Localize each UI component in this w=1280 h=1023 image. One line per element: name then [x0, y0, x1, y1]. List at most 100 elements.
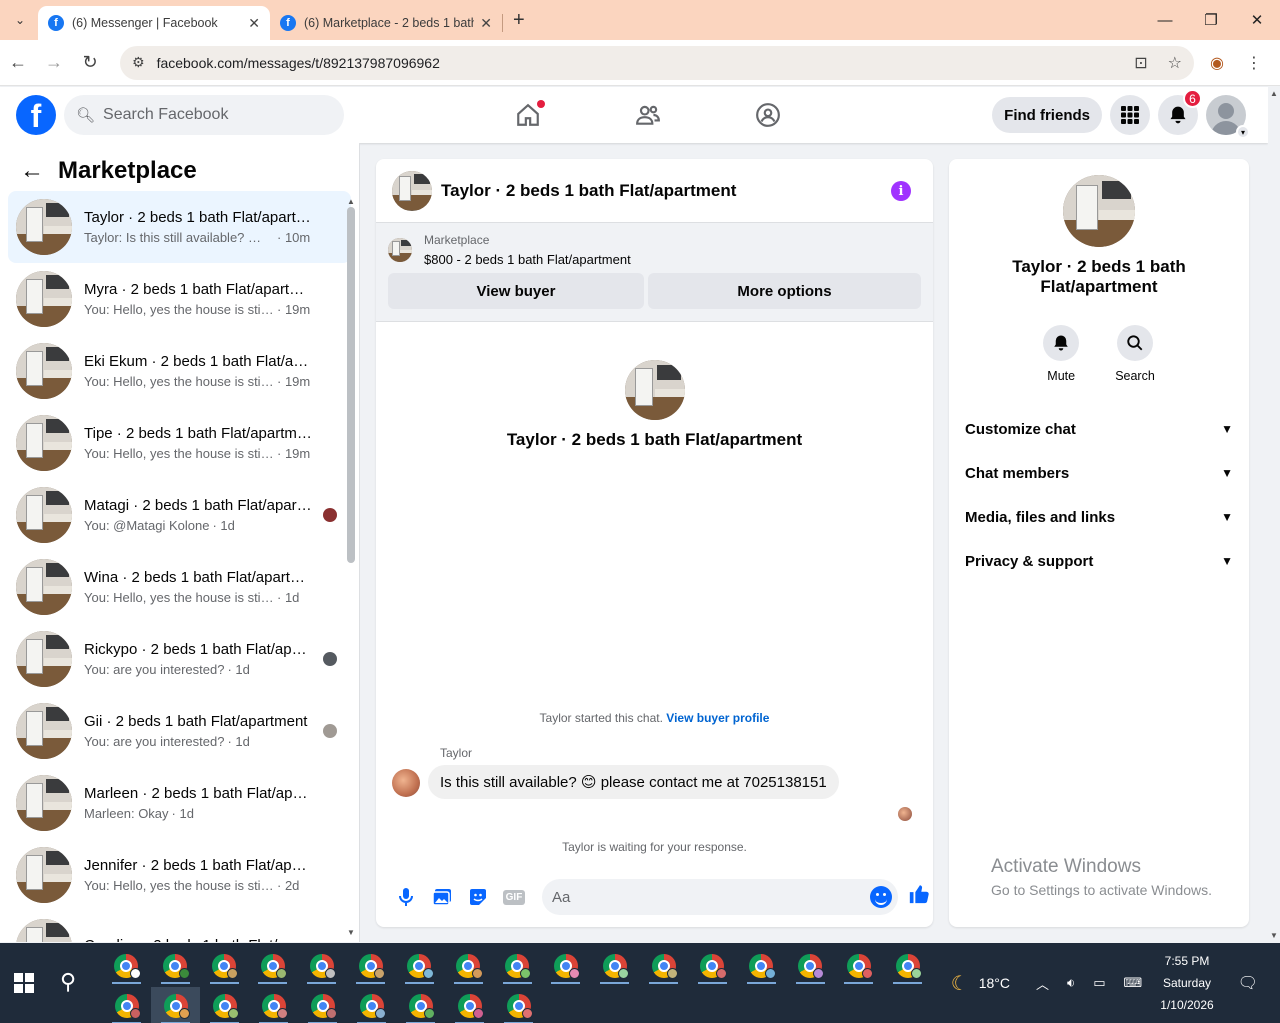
- forward-arrow-icon[interactable]: →: [36, 52, 72, 73]
- taskbar-chrome-app[interactable]: [346, 947, 395, 985]
- taskbar-chrome-app[interactable]: [445, 987, 494, 1023]
- scroll-down-arrow-icon[interactable]: ▼: [347, 928, 355, 937]
- bookmark-star-icon[interactable]: ☆: [1168, 53, 1182, 73]
- keyboard-icon[interactable]: ⌨: [1124, 975, 1143, 991]
- browser-tab-marketplace[interactable]: f (6) Marketplace - 2 beds 1 bath ✕: [270, 6, 502, 40]
- conversation-item[interactable]: Wina · 2 beds 1 bath Flat/apartment You: …: [8, 551, 351, 623]
- scroll-up-arrow-icon[interactable]: ▲: [1270, 89, 1278, 98]
- taskbar-chrome-app[interactable]: [102, 987, 151, 1023]
- taskbar-chrome-app[interactable]: [298, 987, 347, 1023]
- minimize-icon[interactable]: —: [1142, 0, 1188, 40]
- network-icon[interactable]: ▭: [1093, 975, 1105, 991]
- more-options-button[interactable]: More options: [648, 273, 921, 309]
- windows-start-icon[interactable]: [14, 973, 34, 993]
- nav-friends[interactable]: [588, 87, 708, 143]
- info-section[interactable]: Customize chat ▼: [957, 407, 1241, 451]
- address-bar[interactable]: ⚙ facebook.com/messages/t/89213798709696…: [120, 45, 1194, 80]
- facebook-logo-icon[interactable]: f: [16, 95, 56, 135]
- find-friends-button[interactable]: Find friends: [992, 97, 1102, 133]
- conversation-item[interactable]: Myra · 2 beds 1 bath Flat/apartment You: …: [8, 263, 351, 335]
- info-section[interactable]: Chat members ▼: [957, 451, 1241, 495]
- clock[interactable]: 7:55 PM Saturday 1/10/2026: [1160, 950, 1213, 1016]
- taskbar-chrome-app[interactable]: [493, 947, 542, 985]
- sidebar-scrollbar[interactable]: ▲ ▼: [347, 197, 355, 937]
- volume-icon[interactable]: 🔉︎: [1067, 975, 1075, 991]
- taskbar-chrome-app[interactable]: [249, 987, 298, 1023]
- taskbar-chrome-app[interactable]: [200, 947, 249, 985]
- close-window-icon[interactable]: ✕: [1234, 0, 1280, 40]
- sender-avatar[interactable]: [392, 769, 420, 797]
- info-section[interactable]: Media, files and links ▼: [957, 495, 1241, 539]
- back-arrow-icon[interactable]: ←: [0, 52, 36, 73]
- listing-price-title[interactable]: $800 - 2 beds 1 bath Flat/apartment: [424, 252, 631, 267]
- taskbar-chrome-app[interactable]: [151, 947, 200, 985]
- info-icon[interactable]: i: [891, 181, 911, 201]
- conversation-item[interactable]: Tipe · 2 beds 1 bath Flat/apartment You: …: [8, 407, 351, 479]
- chat-title[interactable]: Taylor · 2 beds 1 bath Flat/apartment: [441, 181, 736, 201]
- taskbar-chrome-app[interactable]: [590, 947, 639, 985]
- conversation-item[interactable]: Taylor · 2 beds 1 bath Flat/apartment Tay…: [8, 191, 351, 263]
- url-text[interactable]: facebook.com/messages/t/892137987096962: [157, 55, 440, 71]
- new-tab-button[interactable]: +: [513, 9, 525, 32]
- taskbar-chrome-app[interactable]: [541, 947, 590, 985]
- search-icon[interactable]: ⚲: [60, 969, 76, 995]
- page-scrollbar[interactable]: ▲ ▼: [1268, 87, 1280, 942]
- menu-grid-button[interactable]: [1110, 95, 1150, 135]
- menu-kebab-icon[interactable]: ⋮: [1246, 53, 1262, 73]
- mute-button[interactable]: Mute: [1043, 325, 1080, 383]
- close-tab-icon[interactable]: ✕: [248, 15, 260, 32]
- reload-icon[interactable]: ↻: [72, 52, 108, 73]
- conversation-item[interactable]: Marleen · 2 beds 1 bath Flat/apartment Ma…: [8, 767, 351, 839]
- taskbar-chrome-app[interactable]: [494, 987, 543, 1023]
- scrollbar-thumb[interactable]: [347, 207, 355, 563]
- nav-groups[interactable]: [708, 87, 828, 143]
- conversation-item[interactable]: Matagi · 2 beds 1 bath Flat/apartment You…: [8, 479, 351, 551]
- taskbar-chrome-app[interactable]: [248, 947, 297, 985]
- listing-thumbnail[interactable]: [1063, 175, 1135, 247]
- search-in-chat-button[interactable]: Search: [1115, 325, 1155, 383]
- back-arrow-icon[interactable]: ←: [20, 157, 44, 185]
- taskbar-chrome-app[interactable]: [347, 987, 396, 1023]
- conversation-item[interactable]: Jennifer · 2 beds 1 bath Flat/apartment Y…: [8, 839, 351, 911]
- scroll-up-arrow-icon[interactable]: ▲: [347, 197, 355, 206]
- taskbar-chrome-app[interactable]: [786, 947, 835, 985]
- view-buyer-button[interactable]: View buyer: [388, 273, 644, 309]
- conversation-item[interactable]: Rickypo · 2 beds 1 bath Flat/apartment Yo…: [8, 623, 351, 695]
- notification-center-icon[interactable]: 🗨︎: [1238, 973, 1258, 993]
- taskbar-chrome-app[interactable]: [395, 947, 444, 985]
- taskbar-chrome-app[interactable]: [297, 947, 346, 985]
- listing-thumbnail[interactable]: [392, 170, 432, 211]
- photo-icon[interactable]: [424, 879, 460, 915]
- show-hidden-icons-chevron-icon[interactable]: ︿: [1036, 974, 1049, 993]
- close-tab-icon[interactable]: ✕: [480, 15, 492, 32]
- info-section[interactable]: Privacy & support ▼: [957, 539, 1241, 583]
- tab-search-chevron-icon[interactable]: ⌄: [6, 6, 34, 34]
- install-app-icon[interactable]: ⊡: [1134, 53, 1147, 73]
- taskbar-chrome-app[interactable]: [444, 947, 493, 985]
- listing-thumbnail[interactable]: [388, 238, 412, 262]
- notifications-button[interactable]: 6: [1158, 89, 1202, 135]
- taskbar-chrome-app[interactable]: [639, 947, 688, 985]
- message-bubble[interactable]: Is this still available? 😊 please contac…: [428, 765, 839, 799]
- taskbar-chrome-app[interactable]: [102, 947, 151, 985]
- taskbar-chrome-app[interactable]: [688, 947, 737, 985]
- taskbar-chrome-app[interactable]: [151, 987, 200, 1023]
- restore-icon[interactable]: ❐: [1188, 0, 1234, 40]
- site-info-icon[interactable]: ⚙: [132, 54, 145, 71]
- taskbar-chrome-app[interactable]: [737, 947, 786, 985]
- message-input[interactable]: [552, 888, 852, 906]
- conversation-item[interactable]: Eki Ekum · 2 beds 1 bath Flat/apartment Y…: [8, 335, 351, 407]
- scroll-down-arrow-icon[interactable]: ▼: [1270, 931, 1278, 940]
- taskbar-chrome-app[interactable]: [883, 947, 932, 985]
- emoji-icon[interactable]: [870, 886, 892, 908]
- gif-icon[interactable]: GIF: [496, 879, 532, 915]
- taskbar-chrome-app[interactable]: [200, 987, 249, 1023]
- view-buyer-profile-link[interactable]: View buyer profile: [666, 711, 769, 725]
- conversation-item[interactable]: Caroline · 2 beds 1 bath Flat/apartment: [8, 911, 351, 942]
- taskbar-chrome-app[interactable]: [396, 987, 445, 1023]
- message-input-box[interactable]: [542, 879, 898, 915]
- facebook-search[interactable]: 🔍︎: [64, 95, 344, 135]
- weather-widget[interactable]: ☾ 18°C: [951, 971, 1010, 996]
- taskbar-chrome-app[interactable]: [834, 947, 883, 985]
- facebook-search-input[interactable]: [103, 106, 324, 124]
